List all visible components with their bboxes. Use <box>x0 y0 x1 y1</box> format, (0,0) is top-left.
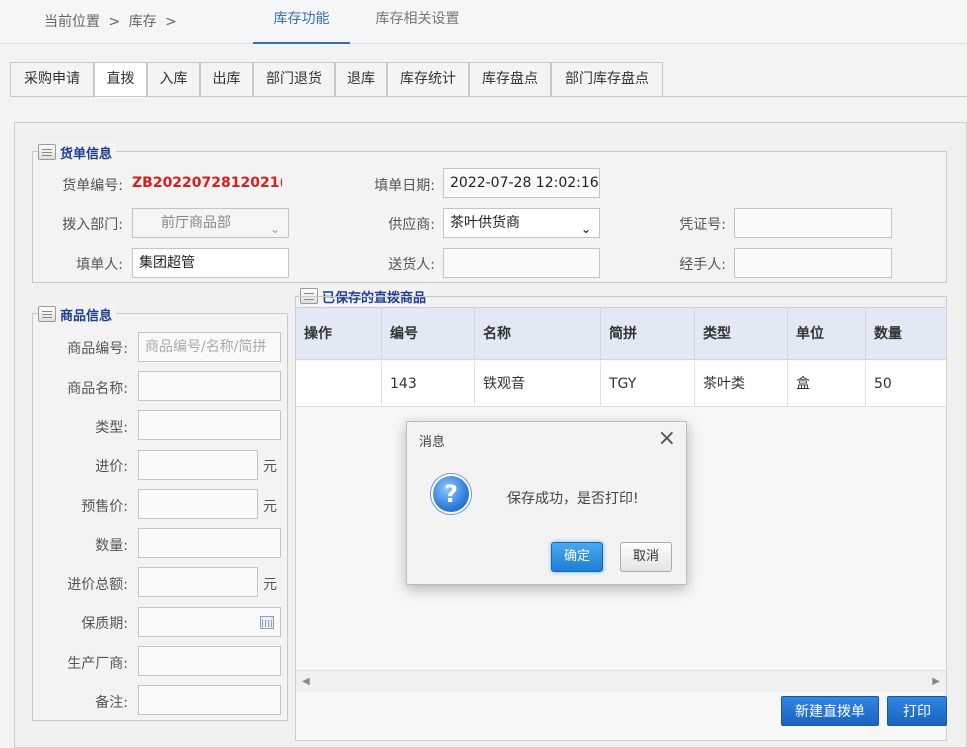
quantity-input[interactable] <box>138 528 281 558</box>
voucher-field[interactable] <box>734 208 892 238</box>
message-dialog: 消息 × ? 保存成功，是否打印! 确定 取消 <box>406 421 687 585</box>
row-type-cell: 茶叶类 <box>695 361 788 407</box>
column-header[interactable]: 简拼 <box>601 308 695 360</box>
supplier-select-value: 茶叶供货商 <box>450 215 520 231</box>
tab-divider <box>10 96 967 97</box>
row-qty-cell: 50 <box>874 376 892 392</box>
grid-header: 操作 编号 名称 简拼 类型 单位 数量 <box>296 308 946 360</box>
supplier-label: 供应商: <box>388 217 435 233</box>
tab-purchase-request[interactable]: 采购申请 <box>10 62 94 97</box>
table-row[interactable]: 143 铁观音 TGY 茶叶类 盒 50 <box>296 361 946 407</box>
filler-field[interactable]: 集团超管 <box>132 248 289 278</box>
shelf-life-label: 保质期: <box>81 616 128 632</box>
tab-return-stock[interactable]: 退库 <box>335 62 387 97</box>
new-transfer-button[interactable]: 新建直拨单 <box>781 696 879 726</box>
tab-dept-stocktake[interactable]: 部门库存盘点 <box>551 62 663 97</box>
top-bar: 当前位置 > 库存 > 库存功能 库存相关设置 <box>0 0 967 44</box>
price-unit: 元 <box>263 459 277 475</box>
row-name-cell: 铁观音 <box>475 361 601 407</box>
order-info-title: 货单信息 <box>60 146 113 162</box>
scroll-left-icon[interactable]: ◀ <box>302 676 310 687</box>
breadcrumb-sep: > <box>165 14 177 30</box>
handler-label: 经手人: <box>679 257 726 273</box>
voucher-label: 凭证号: <box>679 217 726 233</box>
date-label: 填单日期: <box>374 178 435 194</box>
column-header[interactable]: 单位 <box>788 308 866 360</box>
tab-inventory-settings[interactable]: 库存相关设置 <box>360 0 475 44</box>
type-label: 类型: <box>95 420 128 436</box>
row-code-cell: 143 <box>382 361 475 407</box>
dept-select[interactable]: 前厅商品部 ⌄ <box>132 208 289 238</box>
chevron-down-icon: ⌄ <box>580 222 591 236</box>
column-header[interactable]: 编号 <box>382 308 475 360</box>
tab-dept-return[interactable]: 部门退货 <box>253 62 335 97</box>
print-button[interactable]: 打印 <box>887 696 947 726</box>
tab-stocktake[interactable]: 库存盘点 <box>469 62 551 97</box>
product-info-title: 商品信息 <box>60 308 113 324</box>
total-input[interactable] <box>138 567 258 597</box>
dept-select-value: 前厅商品部 <box>161 215 231 231</box>
scroll-right-icon[interactable]: ▶ <box>932 676 940 687</box>
column-header[interactable]: 操作 <box>296 308 382 360</box>
supplier-select[interactable]: 茶叶供货商 ⌄ <box>443 208 600 238</box>
order-no-label: 货单编号: <box>62 178 123 194</box>
question-icon: ? <box>431 474 471 514</box>
breadcrumb-prefix: 当前位置 <box>44 14 100 30</box>
date-field[interactable]: 2022-07-28 12:02:16 <box>443 168 600 198</box>
saved-goods-frame <box>295 296 947 307</box>
cancel-button[interactable]: 取消 <box>620 542 672 572</box>
breadcrumb-sep: > <box>108 14 121 30</box>
quantity-label: 数量: <box>95 538 128 554</box>
total-label: 进价总额: <box>67 577 128 593</box>
column-header[interactable]: 数量 <box>866 308 946 360</box>
tab-inventory-functions[interactable]: 库存功能 <box>253 0 350 44</box>
maker-input[interactable] <box>138 646 281 676</box>
row-op-cell <box>296 361 382 407</box>
presale-input[interactable] <box>138 489 258 519</box>
document-icon <box>38 144 56 160</box>
handler-field[interactable] <box>734 248 892 278</box>
tab-stock-out[interactable]: 出库 <box>200 62 253 97</box>
tab-direct-transfer[interactable]: 直拨 <box>94 62 147 98</box>
product-name-label: 商品名称: <box>67 381 128 397</box>
tab-stock-stats[interactable]: 库存统计 <box>387 62 469 97</box>
tab-stock-in[interactable]: 入库 <box>147 62 200 97</box>
deliverer-label: 送货人: <box>388 257 435 273</box>
shelf-life-input[interactable] <box>138 607 281 637</box>
chevron-down-icon: ⌄ <box>269 222 280 236</box>
product-code-input[interactable]: 商品编号/名称/简拼 <box>138 332 281 362</box>
total-unit: 元 <box>263 577 277 593</box>
document-icon <box>38 306 56 322</box>
dialog-title: 消息 <box>419 435 446 450</box>
dept-label: 拨入部门: <box>62 217 123 233</box>
product-code-label: 商品编号: <box>67 341 128 357</box>
presale-unit: 元 <box>263 499 277 515</box>
order-no-value: ZB2022072812021( <box>132 175 282 191</box>
column-header[interactable]: 类型 <box>695 308 788 360</box>
type-input[interactable] <box>138 410 281 440</box>
column-header[interactable]: 名称 <box>475 308 601 360</box>
price-input[interactable] <box>138 450 258 480</box>
maker-label: 生产厂商: <box>67 656 128 672</box>
horizontal-scrollbar[interactable]: ◀ ▶ <box>296 670 946 692</box>
row-abbr-cell: TGY <box>601 361 695 407</box>
close-icon[interactable]: × <box>658 426 676 452</box>
product-name-input[interactable] <box>138 371 281 401</box>
note-label: 备注: <box>95 695 128 711</box>
product-info-legend: 商品信息 <box>38 304 117 324</box>
price-label: 进价: <box>95 459 128 475</box>
dialog-message: 保存成功，是否打印! <box>507 491 639 507</box>
presale-label: 预售价: <box>81 499 128 515</box>
order-info-legend: 货单信息 <box>38 142 117 162</box>
calendar-icon[interactable] <box>260 616 274 629</box>
row-unit-cell: 盒 <box>788 361 866 407</box>
breadcrumb: 当前位置 > 库存 > <box>44 11 181 31</box>
confirm-button[interactable]: 确定 <box>551 542 603 572</box>
breadcrumb-item[interactable]: 库存 <box>129 14 157 30</box>
filler-label: 填单人: <box>76 257 123 273</box>
deliverer-field[interactable] <box>443 248 600 278</box>
note-input[interactable] <box>138 685 281 715</box>
